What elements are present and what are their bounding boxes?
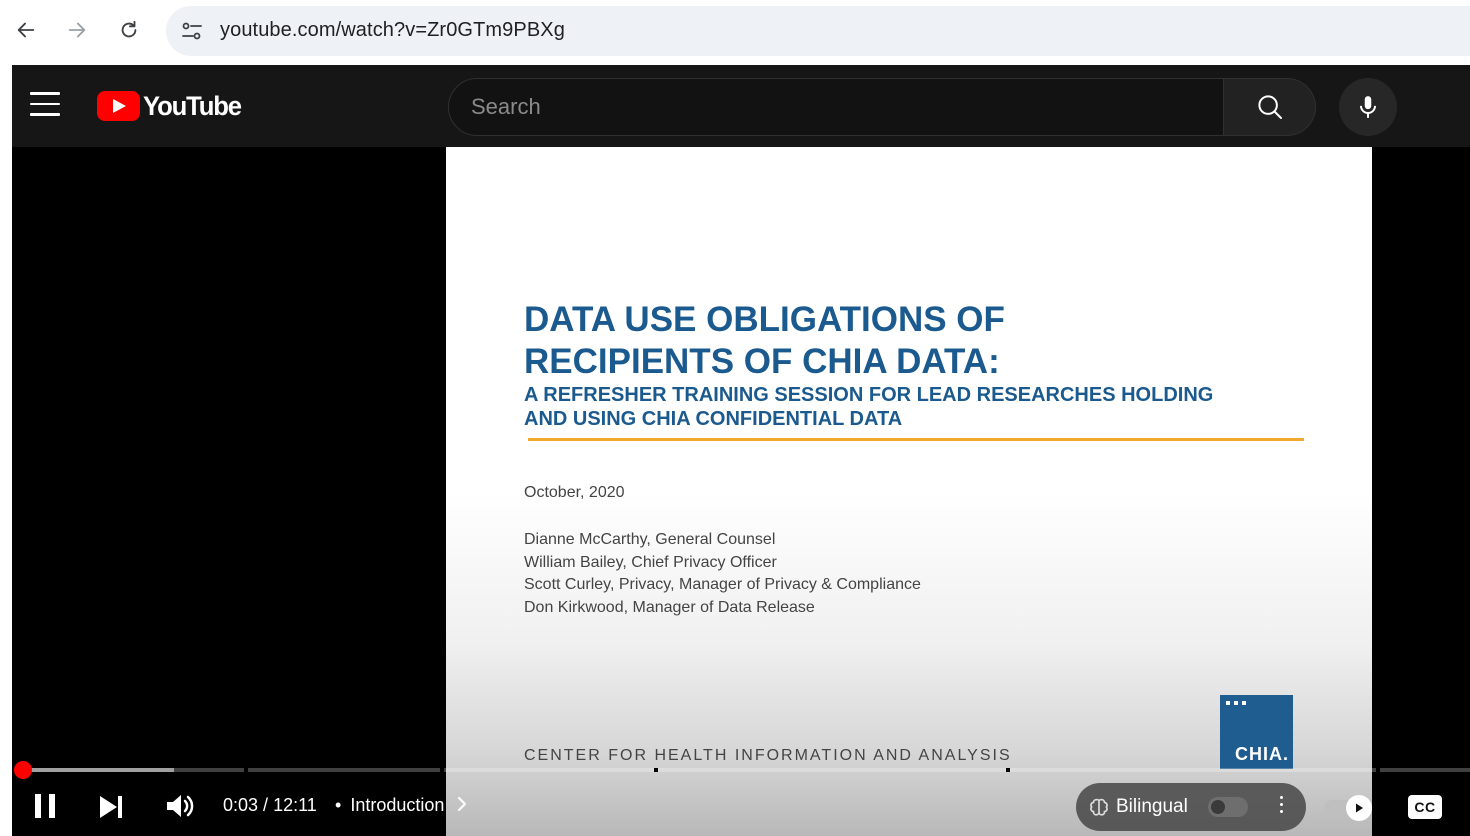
duration: 12:11 <box>273 795 317 815</box>
author-line: Don Kirkwood, Manager of Data Release <box>524 598 815 616</box>
slide-authors: Dianne McCarthy, General Counsel William… <box>524 529 921 619</box>
volume-icon <box>167 795 194 817</box>
cc-icon: CC <box>1414 799 1436 815</box>
autoplay-play-icon <box>1346 795 1372 821</box>
progress-bar[interactable] <box>20 768 1470 772</box>
chapter-marker <box>244 768 248 772</box>
skip-next-icon <box>100 796 122 818</box>
tune-icon[interactable] <box>180 19 204 43</box>
youtube-app: YouTube DATA USE OBLIGATIONS OF RECIPIEN… <box>12 65 1470 836</box>
autoplay-toggle[interactable] <box>1324 795 1374 821</box>
pause-button[interactable] <box>30 791 60 821</box>
bilingual-label: Bilingual <box>1116 796 1188 817</box>
progress-buffered <box>20 768 174 772</box>
youtube-wordmark: YouTube <box>143 90 242 121</box>
video-player[interactable]: DATA USE OBLIGATIONS OF RECIPIENTS OF CH… <box>12 147 1470 836</box>
address-bar[interactable]: youtube.com/watch?v=Zr0GTm9PBXg <box>166 6 1470 56</box>
search-input[interactable] <box>471 79 1211 135</box>
chapter-marker <box>440 768 444 772</box>
slide-divider <box>528 438 1304 441</box>
author-line: Scott Curley, Privacy, Manager of Privac… <box>524 576 921 593</box>
voice-search-button[interactable] <box>1339 78 1397 136</box>
slide-date: October, 2020 <box>524 484 625 501</box>
youtube-logo[interactable]: YouTube <box>97 90 246 122</box>
chapter-title: Introduction <box>350 795 445 815</box>
hamburger-icon <box>30 92 60 95</box>
mic-icon <box>1359 96 1377 118</box>
slide-subtitle: A REFRESHER TRAINING SESSION FOR LEAD RE… <box>524 384 1214 430</box>
guide-menu-button[interactable] <box>30 92 60 118</box>
scrubber-handle[interactable] <box>14 761 32 779</box>
current-time: 0:03 <box>223 795 259 815</box>
time-display: 0:03 / 12:11 <box>223 795 317 815</box>
more-options-icon[interactable] <box>1276 796 1286 818</box>
chevron-right-icon <box>458 796 467 812</box>
chia-logo: CHIA. <box>1220 695 1293 769</box>
author-line: William Bailey, Chief Privacy Officer <box>524 553 777 571</box>
reload-icon <box>121 20 137 38</box>
chapter-marker <box>654 768 658 772</box>
author-line: Dianne McCarthy, General Counsel <box>524 531 776 548</box>
slide-title: DATA USE OBLIGATIONS OF RECIPIENTS OF CH… <box>524 300 1005 381</box>
back-button[interactable] <box>10 14 42 46</box>
search-icon <box>1257 95 1282 119</box>
forward-button[interactable] <box>61 14 93 46</box>
chapter-title-button[interactable]: • Introduction <box>335 795 469 816</box>
youtube-play-icon <box>97 91 140 121</box>
browser-toolbar: youtube.com/watch?v=Zr0GTm9PBXg <box>0 0 1470 62</box>
masthead: YouTube <box>12 65 1470 147</box>
next-button[interactable] <box>96 793 126 821</box>
mute-button[interactable] <box>162 791 198 821</box>
bilingual-toggle[interactable] <box>1208 797 1248 817</box>
bilingual-subtitles-widget[interactable]: Bilingual <box>1076 783 1306 831</box>
search-button[interactable] <box>1224 78 1316 136</box>
search-box <box>448 78 1224 136</box>
arrow-left-icon <box>17 22 35 38</box>
video-frame-slide: DATA USE OBLIGATIONS OF RECIPIENTS OF CH… <box>446 147 1372 836</box>
subtitles-button[interactable]: CC <box>1408 795 1442 819</box>
chapter-marker <box>1006 768 1010 772</box>
slide-organization: CENTER FOR HEALTH INFORMATION AND ANALYS… <box>524 747 1012 764</box>
arrow-right-icon <box>68 22 86 38</box>
brain-icon <box>1090 798 1108 816</box>
reload-button[interactable] <box>113 14 145 46</box>
pause-icon <box>35 794 55 818</box>
chapter-marker <box>1376 768 1380 772</box>
url-text[interactable]: youtube.com/watch?v=Zr0GTm9PBXg <box>220 19 565 42</box>
